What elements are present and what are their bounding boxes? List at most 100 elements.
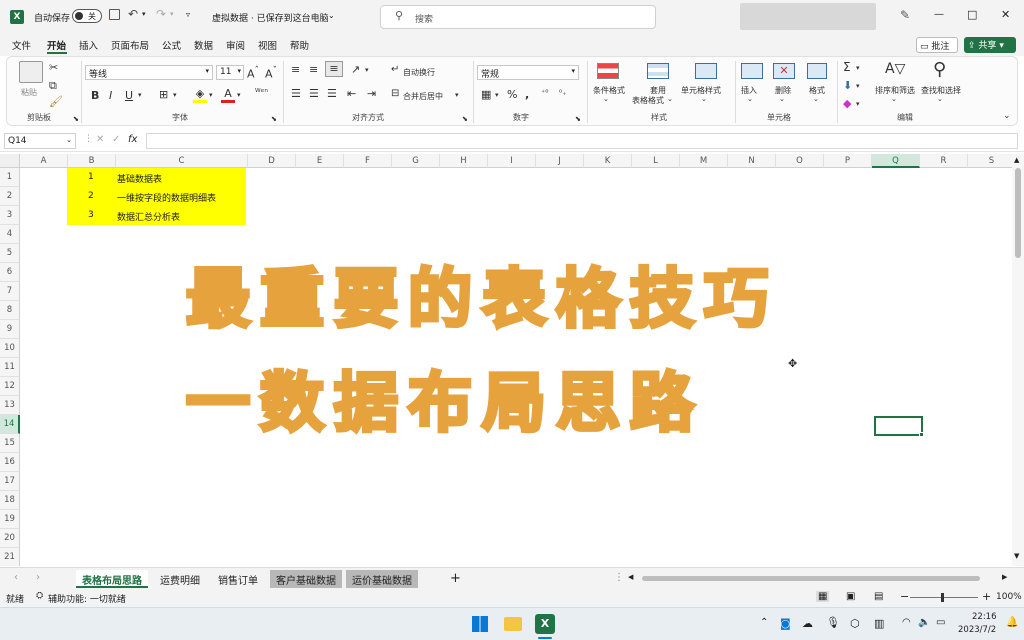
border-icon[interactable]: ⊞: [159, 88, 168, 101]
maximize-button[interactable]: □: [967, 8, 977, 21]
autosum-dropdown-icon[interactable]: ▾: [856, 64, 860, 72]
cell-c1[interactable]: 基础数据表: [117, 172, 162, 185]
autosum-icon[interactable]: Σ: [843, 60, 851, 74]
align-center-icon[interactable]: ☰: [309, 87, 319, 100]
autosave-toggle[interactable]: 关: [72, 9, 102, 23]
format-cells-icon[interactable]: [807, 63, 827, 79]
row-header-14[interactable]: 14: [0, 415, 20, 434]
fill-handle[interactable]: [919, 432, 924, 437]
account-area[interactable]: [740, 3, 876, 30]
zoom-level[interactable]: 100%: [996, 592, 1022, 602]
sheet-tab-rates[interactable]: 运价基础数据: [346, 570, 418, 588]
hscroll-right-icon[interactable]: ▶: [1002, 573, 1007, 581]
find-dropdown-icon[interactable]: ⌄: [937, 95, 943, 103]
fill-color-icon[interactable]: ◈: [193, 87, 207, 103]
clock-time[interactable]: 22:16: [972, 612, 997, 622]
zoom-in-icon[interactable]: +: [982, 590, 991, 603]
increase-font-icon[interactable]: Aˆ: [247, 65, 259, 81]
align-left-icon[interactable]: ☰: [291, 87, 301, 100]
merge-center-icon[interactable]: ⊟: [391, 88, 399, 99]
start-button-icon[interactable]: [472, 616, 488, 632]
accessibility-icon[interactable]: ⛭: [36, 591, 43, 601]
notification-icon[interactable]: 🔔: [1006, 617, 1018, 628]
number-launcher-icon[interactable]: ⬊: [575, 115, 581, 123]
undo-dropdown-icon[interactable]: ▾: [142, 10, 146, 18]
normal-view-icon[interactable]: ▦: [816, 591, 830, 602]
tab-view[interactable]: 视图: [258, 38, 277, 52]
scroll-thumb[interactable]: [1015, 168, 1021, 258]
column-header-q[interactable]: Q: [872, 154, 920, 168]
insert-dropdown-icon[interactable]: ⌄: [747, 95, 753, 103]
confirm-entry-icon[interactable]: ✓: [112, 134, 120, 145]
sheet-tab-freight[interactable]: 运费明细: [154, 570, 206, 588]
comma-icon[interactable]: ,: [525, 88, 529, 101]
column-header-c[interactable]: C: [116, 154, 248, 168]
sheet-next-icon[interactable]: ›: [36, 572, 40, 583]
sort-dropdown-icon[interactable]: ⌄: [891, 95, 897, 103]
font-size-select[interactable]: 11 ▾: [216, 65, 244, 80]
clipboard-launcher-icon[interactable]: ⬊: [73, 115, 79, 123]
document-title[interactable]: 虚拟数据 · 已保存到这台电脑: [212, 11, 329, 24]
conditional-format-icon[interactable]: [597, 63, 619, 79]
increase-indent-icon[interactable]: ⇥: [367, 87, 376, 100]
column-header-l[interactable]: L: [632, 154, 680, 168]
redo-icon[interactable]: ↷: [156, 7, 166, 21]
align-middle-icon[interactable]: ≡: [309, 63, 318, 76]
cell-c2[interactable]: 一维按字段的数据明细表: [117, 191, 216, 204]
bold-icon[interactable]: B: [91, 89, 99, 102]
italic-icon[interactable]: I: [109, 89, 112, 102]
page-break-view-icon[interactable]: ▤: [874, 591, 883, 602]
format-dropdown-icon[interactable]: ⌄: [813, 95, 819, 103]
row-header-21[interactable]: 21: [0, 548, 20, 566]
selected-cell-q14[interactable]: [874, 416, 924, 437]
column-header-a[interactable]: A: [20, 154, 68, 168]
tab-splitter[interactable]: ⋮: [614, 572, 624, 583]
column-header-f[interactable]: F: [344, 154, 392, 168]
redo-dropdown-icon[interactable]: ▾: [170, 10, 174, 18]
cell-style-dropdown-icon[interactable]: ⌄: [701, 95, 707, 103]
table-format-label-2[interactable]: 表格格式: [632, 95, 664, 106]
clear-dropdown-icon[interactable]: ▾: [856, 100, 860, 108]
accessibility-status[interactable]: 辅助功能: 一切就绪: [48, 592, 126, 605]
zoom-slider[interactable]: [910, 593, 978, 602]
font-color-dropdown-icon[interactable]: ▾: [237, 91, 241, 99]
merge-center-button[interactable]: 合并后居中: [403, 91, 443, 102]
column-header-d[interactable]: D: [248, 154, 296, 168]
increase-decimal-icon[interactable]: ⁺⁰: [541, 88, 548, 97]
cell-b1[interactable]: 1: [88, 172, 94, 182]
minimize-button[interactable]: —: [934, 9, 944, 20]
percent-icon[interactable]: %: [507, 88, 517, 101]
format-painter-icon[interactable]: 🖌: [49, 95, 63, 108]
excel-taskbar-icon[interactable]: X: [535, 614, 555, 634]
row-header-1[interactable]: 1: [0, 168, 20, 187]
tray-chevron-icon[interactable]: ⌃: [760, 617, 768, 628]
sheet-tab-layout[interactable]: 表格布局思路: [76, 570, 148, 588]
align-right-icon[interactable]: ☰: [327, 87, 337, 100]
sheet-tab-orders[interactable]: 销售订单: [212, 570, 264, 588]
tab-review[interactable]: 审阅: [226, 38, 245, 52]
font-name-select[interactable]: 等线 ▾: [85, 65, 213, 80]
align-bottom-icon[interactable]: ≡: [325, 61, 343, 77]
merge-dropdown-icon[interactable]: ▾: [455, 91, 459, 99]
share-button[interactable]: ⇪ 共享 ▾: [964, 37, 1016, 53]
currency-dropdown-icon[interactable]: ▾: [495, 91, 499, 99]
copy-icon[interactable]: ⧉: [49, 79, 57, 93]
scroll-down-icon[interactable]: ▼: [1014, 552, 1019, 560]
wrap-text-button[interactable]: 自动换行: [403, 67, 435, 78]
fill-icon[interactable]: ⬇: [843, 79, 852, 92]
onedrive-icon[interactable]: ☁: [802, 617, 813, 630]
row-header-19[interactable]: 19: [0, 510, 20, 529]
row-header-4[interactable]: 4: [0, 225, 20, 244]
zoom-slider-thumb[interactable]: [941, 593, 944, 602]
row-header-9[interactable]: 9: [0, 320, 20, 339]
formula-input[interactable]: [146, 133, 1018, 149]
insert-function-button[interactable]: fx: [128, 134, 137, 145]
conditional-format-button[interactable]: 条件格式: [593, 85, 625, 96]
alignment-launcher-icon[interactable]: ⬊: [462, 115, 468, 123]
tray-app-icon[interactable]: ◙: [780, 617, 791, 630]
align-top-icon[interactable]: ≡: [291, 63, 300, 76]
tab-home[interactable]: 开始: [47, 38, 66, 52]
row-header-11[interactable]: 11: [0, 358, 20, 377]
cancel-entry-icon[interactable]: ✕: [96, 134, 104, 145]
collapse-ribbon-icon[interactable]: ⌄: [1003, 111, 1011, 121]
